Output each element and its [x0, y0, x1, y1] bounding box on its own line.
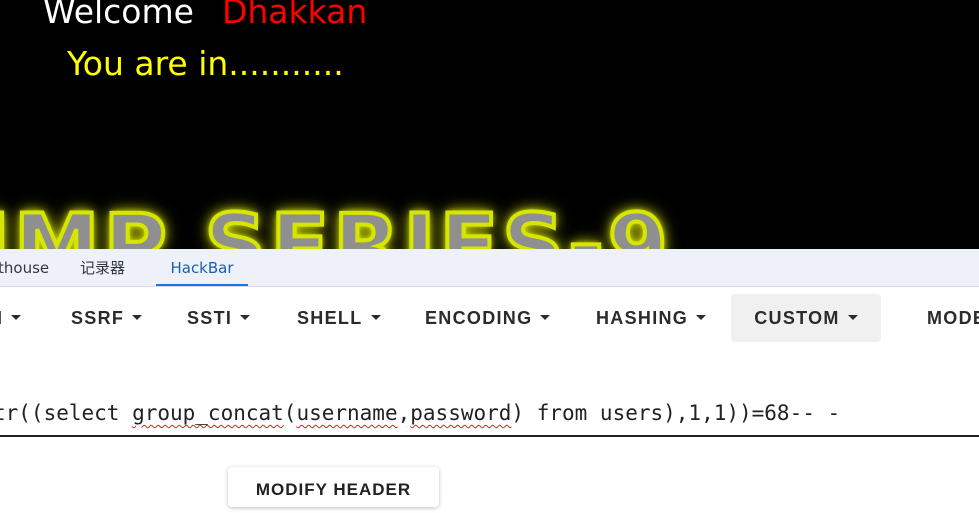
chevron-down-icon [847, 314, 858, 320]
chevron-down-icon [370, 314, 381, 320]
menu-hashing[interactable]: HASHING [596, 294, 707, 342]
web-page-viewport: Welcome Dhakkan You are in........... IMP… [0, 0, 979, 249]
menu-hashing-label: HASHING [596, 308, 689, 328]
modify-header-button[interactable]: MODIFY HEADER [228, 467, 439, 507]
chevron-down-icon [132, 314, 143, 320]
chevron-down-icon [696, 314, 707, 320]
url-editor[interactable]: tr((select group_concat(username,passwor… [0, 399, 979, 437]
devtools-tab-strip: thouse 记录器 HackBar [0, 249, 979, 287]
url-part: , [397, 401, 411, 425]
url-part-misspelled: group_concat [132, 401, 284, 425]
welcome-line: Welcome Dhakkan [43, 0, 367, 31]
menu-ssrf-label: SSRF [71, 308, 125, 328]
menu-sqli-label: I [0, 308, 3, 328]
menu-mode-label: MODE [927, 308, 979, 328]
menu-shell-label: SHELL [297, 308, 363, 328]
tab-recorder[interactable]: 记录器 [80, 249, 125, 286]
url-part: ) from users),1,1))=68-- - [511, 401, 841, 425]
menu-ssti[interactable]: SSTI [187, 294, 251, 342]
tab-lighthouse[interactable]: thouse [0, 249, 49, 286]
url-payload-text[interactable]: tr((select group_concat(username,passwor… [0, 401, 840, 425]
url-part: ( [283, 401, 297, 425]
menu-shell[interactable]: SHELL [297, 294, 381, 342]
hackbar-menu-bar: I SSRF SSTI SHELL ENCODING HASHING CUSTO… [0, 287, 979, 349]
series-banner-logo: IMP SERIES-9 [0, 194, 672, 249]
login-status-message: You are in........... [67, 44, 344, 83]
url-part-misspelled: username [296, 401, 398, 425]
menu-ssrf[interactable]: SSRF [71, 294, 143, 342]
menu-encoding-label: ENCODING [425, 308, 533, 328]
chevron-down-icon [540, 314, 551, 320]
menu-mode[interactable]: MODE [927, 294, 979, 342]
chevron-down-icon [11, 314, 22, 320]
menu-encoding[interactable]: ENCODING [425, 294, 551, 342]
welcome-label: Welcome [43, 0, 194, 31]
menu-custom-label: CUSTOM [754, 308, 840, 328]
url-part-misspelled: password [410, 401, 512, 425]
tab-hackbar[interactable]: HackBar [156, 249, 248, 286]
menu-ssti-label: SSTI [187, 308, 233, 328]
menu-custom[interactable]: CUSTOM [731, 294, 881, 342]
menu-sqli[interactable]: I [0, 294, 22, 342]
chevron-down-icon [240, 314, 251, 320]
user-name: Dhakkan [221, 0, 368, 31]
url-part: tr((select [0, 401, 133, 425]
